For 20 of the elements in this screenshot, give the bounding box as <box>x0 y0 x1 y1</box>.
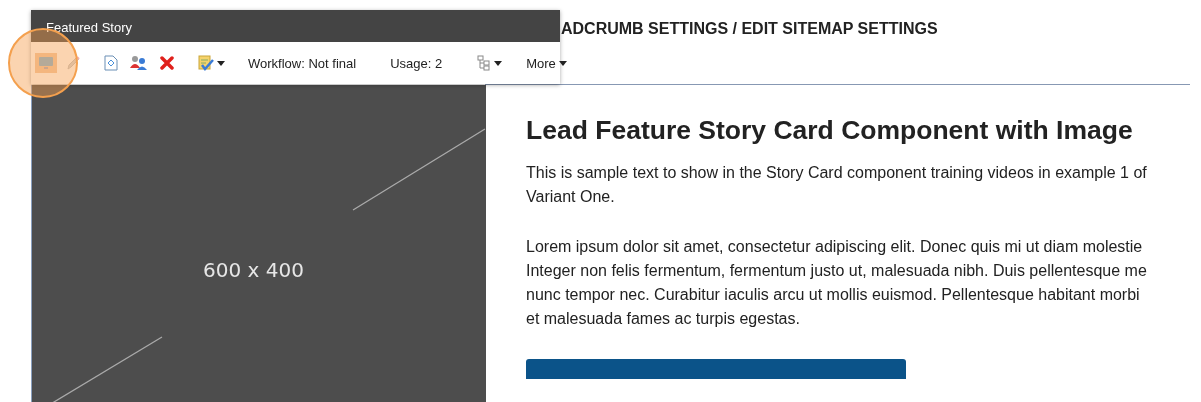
toolbar-button[interactable] <box>101 52 121 74</box>
caret-icon <box>217 60 225 66</box>
overlay-title: Featured Story <box>46 20 132 35</box>
sitemap-icon <box>477 55 492 71</box>
status-label: Workflow: Not final <box>247 55 358 71</box>
users-icon <box>130 55 148 71</box>
breadcrumb: ADCRUMB SETTINGS / EDIT SITEMAP SETTINGS <box>561 20 938 38</box>
toolbar-button[interactable] <box>157 53 177 73</box>
paragraph: Lorem ipsum dolor sit amet, consectetur adipiscing elit. Donec quis mi ut diam molestie Integer non felis fermentum, fermentum justo ut, malesuada nibh. Duis pellentesque me nunc tempor nec. Curabitur iaculis arcu ut mollis euismod. Pellentesque habitant morbi et malesuada fames ac turpis egestas. <box>526 237 1147 329</box>
image-size-label: 600 x 400 <box>203 258 304 282</box>
document-icon <box>104 55 118 71</box>
monitor-icon <box>38 56 54 70</box>
checklist-icon <box>198 55 214 71</box>
caret-icon <box>558 60 567 66</box>
more-menu[interactable]: More <box>523 52 570 74</box>
delete-icon <box>160 56 174 70</box>
status-label: Usage: 2 <box>389 55 444 71</box>
caret-icon <box>494 60 503 66</box>
story-title: Lead Feature Story Card Component with Image <box>526 115 1133 146</box>
paragraph: This is sample text to show in the Story Card component training videos in example 1 of Variant One. <box>526 163 1147 207</box>
